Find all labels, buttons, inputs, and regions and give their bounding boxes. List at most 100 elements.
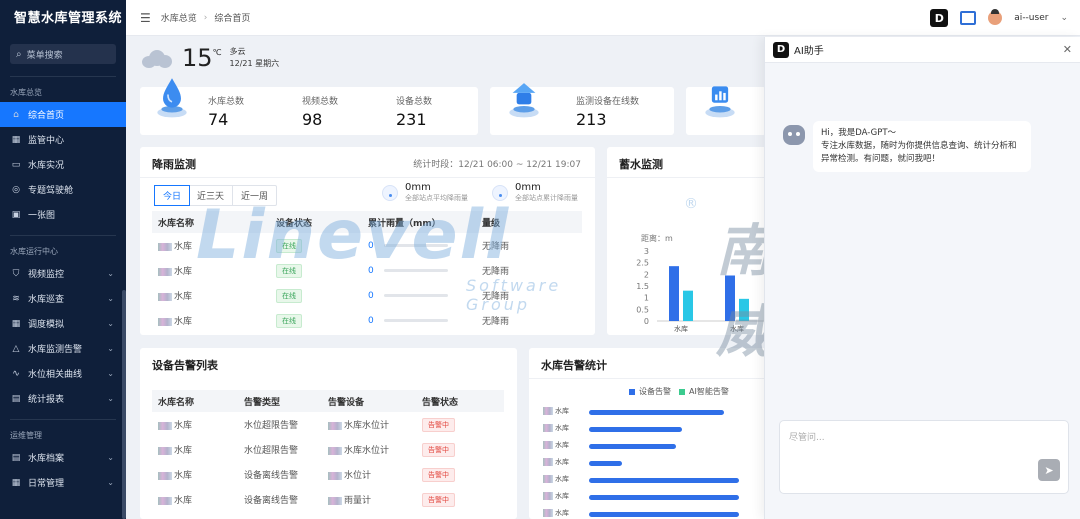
ai-assistant-panel: D AI助手 ✕ Hi，我是DA-GPT～ 专注水库数据，随时为你提供信息查询、… (764, 37, 1080, 519)
bar (725, 275, 735, 321)
warning-icon: △ (12, 343, 20, 354)
device-status: 在线 (270, 233, 362, 258)
sidebar-item-label: 专题驾驶舱 (28, 186, 74, 196)
alarm-type: 水位超限告警 (244, 446, 299, 456)
table-row[interactable]: 水库 在线 0 无降雨 (152, 233, 582, 258)
sidebar-item[interactable]: ≋ 水库巡查 ⌄ (0, 286, 126, 311)
alarm-stat-bar (589, 410, 724, 415)
status-badge: 在线 (276, 313, 302, 328)
table-row[interactable]: 水库 设备离线告警 雨量计 告警中 (152, 487, 504, 512)
bar (683, 290, 693, 321)
table-row[interactable]: 水库 水位超限告警 水库水位计 告警中 (152, 437, 504, 462)
sidebar-item[interactable]: ∿ 水位相关曲线 ⌄ (0, 361, 126, 386)
sidebar-item[interactable]: ▦ 监管中心 (0, 127, 126, 152)
sidebar-item[interactable]: △ 水库监测告警 ⌄ (0, 336, 126, 361)
sidebar-item[interactable]: ▣ 一张图 (0, 202, 126, 227)
ai-question-input[interactable] (780, 421, 1068, 493)
chart-icon: ∿ (12, 368, 20, 379)
layers-icon: ≋ (12, 293, 20, 304)
sidebar-item[interactable]: ▤ 水库档案 ⌄ (0, 445, 126, 470)
alarm-status: 告警中 (416, 487, 504, 512)
sidebar-item-label: 水库监测告警 (28, 345, 83, 355)
chevron-down-icon[interactable]: ⌄ (1060, 13, 1068, 23)
alarm-badge: 告警中 (422, 417, 455, 432)
close-icon[interactable]: ✕ (1063, 43, 1072, 56)
cloud-icon (140, 48, 174, 68)
stat-card-overview: 水库总数 74 视频总数 98 设备总数 231 (140, 78, 478, 135)
rain-avg-stat: 0mm 全部站点平均降雨量 (382, 182, 468, 203)
grid-icon: ▦ (11, 134, 21, 145)
breadcrumb-root[interactable]: 水库总览 (161, 11, 197, 24)
alarm-device: 雨量计 (322, 487, 416, 512)
sidebar-item[interactable]: ▦ 日常管理 ⌄ (0, 470, 126, 495)
alarm-stat-bar (589, 427, 682, 432)
ai-assistant-logo-icon[interactable]: D (930, 9, 949, 27)
ai-question-box: ➤ (779, 420, 1069, 494)
chevron-down-icon: ⌄ (107, 294, 114, 303)
ai-panel-header: D AI助手 ✕ (765, 37, 1080, 63)
legend-device-swatch (629, 388, 635, 395)
y-tick-label: 0 (644, 317, 649, 326)
search-icon: ⌕ (16, 48, 22, 60)
breadcrumb-separator-icon: › (203, 12, 208, 23)
alarm-status: 告警中 (416, 462, 504, 487)
reservoir-name: 水库 (152, 308, 270, 333)
alarm-status: 告警中 (416, 412, 504, 437)
user-avatar[interactable] (988, 9, 1003, 25)
reservoir-name: 水库 (152, 487, 238, 512)
alarm-type: 水位超限告警 (244, 421, 299, 431)
table-row[interactable]: 水库 设备离线告警 水位计 告警中 (152, 462, 504, 487)
alarm-stat-label: 水库 (543, 491, 569, 501)
menu-collapse-icon[interactable]: ☰ (140, 11, 151, 25)
nav-group-title: 水库总览 (10, 88, 42, 97)
reservoir-name: 水库 (152, 233, 270, 258)
y-tick-label: 2.5 (636, 259, 649, 268)
alarm-stat-label: 水库 (543, 423, 569, 433)
alarm-table: 水库名称 告警类型 告警设备 告警状态 水库 水位超限告警 水库水位计 告警中 水库 水位… (152, 390, 504, 512)
sidebar-item[interactable]: ⛉ 视频监控 ⌄ (0, 261, 126, 286)
table-row[interactable]: 水库 在线 0 无降雨 (152, 308, 582, 333)
table-row[interactable]: 水库 在线 0 无降雨 (152, 283, 582, 308)
sidebar-item-label: 水位相关曲线 (28, 370, 83, 380)
tab-week[interactable]: 近一周 (233, 186, 276, 205)
shield-icon: ⛉ (12, 268, 20, 279)
grid-icon: ▦ (11, 318, 21, 329)
send-icon[interactable]: ➤ (1038, 459, 1060, 481)
sidebar-item[interactable]: ◎ 专题驾驶舱 (0, 177, 126, 202)
alarm-stat-bar (589, 495, 739, 500)
sidebar-item[interactable]: ▭ 水库实况 (0, 152, 126, 177)
menu-search[interactable]: ⌕ 菜单搜索 (10, 44, 116, 64)
big-screen-icon[interactable] (960, 11, 977, 25)
ai-logo-icon: D (773, 41, 789, 58)
status-badge: 在线 (276, 263, 302, 278)
alarm-stat-label: 水库 (543, 474, 569, 484)
table-row[interactable]: 水库 在线 0 无降雨 (152, 258, 582, 283)
stat-value: 74 (208, 110, 229, 129)
alarm-list-title: 设备告警列表 (152, 359, 218, 372)
tab-today[interactable]: 今日 (154, 185, 191, 206)
chevron-down-icon: ⌄ (107, 369, 114, 378)
rain-monitor-panel: 降雨监测 统计时段：12/21 06:00 ~ 12/21 19:07 今日 近… (140, 147, 595, 335)
alarm-badge: 告警中 (422, 442, 455, 457)
chevron-down-icon: ⌄ (107, 319, 114, 328)
sidebar-item[interactable]: ▦ 调度模拟 ⌄ (0, 311, 126, 336)
sidebar-item[interactable]: ▤ 统计报表 ⌄ (0, 386, 126, 411)
app-brand: 智慧水库管理系统 (14, 11, 123, 26)
y-tick-label: 1.5 (636, 282, 649, 291)
analytics-icon (705, 86, 735, 118)
rain-amount: 0 (362, 233, 476, 258)
tab-three-days[interactable]: 近三天 (189, 186, 234, 205)
nav-group-title: 水库运行中心 (10, 247, 58, 256)
sidebar-item-label: 视频监控 (28, 270, 65, 280)
rain-total-stat: 0mm 全部站点累计降雨量 (492, 182, 578, 203)
reservoir-name: 水库 (152, 437, 238, 462)
user-name[interactable]: ai--user (1014, 13, 1048, 23)
legend-device: 设备告警 (639, 387, 671, 396)
rain-level: 无降雨 (482, 267, 510, 277)
sidebar-item[interactable]: ⌂ 综合首页 (0, 102, 126, 127)
alarm-stats-title: 水库告警统计 (541, 359, 607, 372)
menu-search-label: 菜单搜索 (26, 50, 63, 61)
alarm-badge: 告警中 (422, 492, 455, 507)
table-row[interactable]: 水库 水位超限告警 水库水位计 告警中 (152, 412, 504, 437)
alarm-stat-label: 水库 (543, 440, 569, 450)
